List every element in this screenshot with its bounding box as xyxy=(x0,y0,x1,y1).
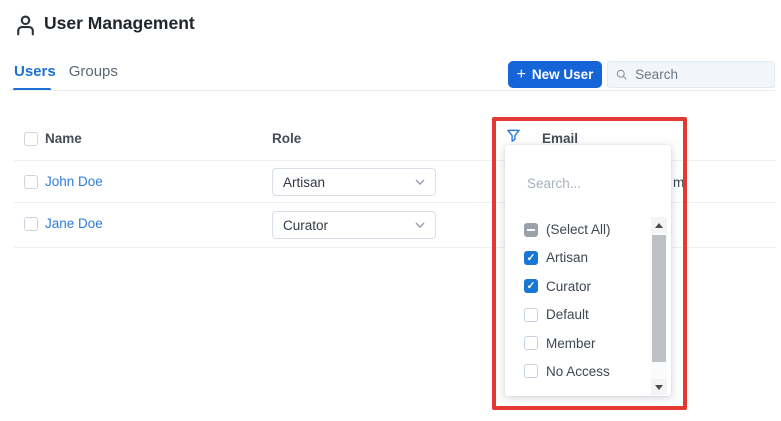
scroll-up-button[interactable] xyxy=(651,217,667,233)
arrow-down-icon xyxy=(655,384,663,390)
tab-users[interactable]: Users xyxy=(14,63,56,80)
user-search-box xyxy=(607,61,775,88)
role-select-john-doe[interactable]: Artisan xyxy=(272,168,436,196)
filter-option-no-access[interactable]: No Access xyxy=(505,358,651,385)
page-title: User Management xyxy=(44,13,195,33)
new-user-button-label: New User xyxy=(531,67,594,82)
filter-option-default[interactable]: Default xyxy=(505,301,651,328)
chevron-down-icon xyxy=(415,179,425,185)
checkbox-checked-icon[interactable] xyxy=(524,279,538,294)
filter-search-input[interactable] xyxy=(525,169,647,197)
row-checkbox-jane-doe[interactable] xyxy=(24,217,38,231)
user-search-input[interactable] xyxy=(633,66,766,83)
filter-option-artisan[interactable]: Artisan xyxy=(505,244,651,271)
checkbox-unchecked-icon[interactable] xyxy=(524,364,538,379)
filter-option-member[interactable]: Member xyxy=(505,330,651,357)
role-select-value: Artisan xyxy=(283,174,326,190)
select-all-rows-checkbox[interactable] xyxy=(24,132,38,146)
column-header-role: Role xyxy=(272,131,302,146)
email-filter-dropdown: (Select All) Artisan Curator Default Mem… xyxy=(505,145,671,396)
plus-icon: + xyxy=(516,65,526,83)
scroll-down-button[interactable] xyxy=(651,379,667,395)
filter-option-label: Curator xyxy=(546,278,592,294)
filter-option-label: Member xyxy=(546,335,596,351)
filter-option-select-all[interactable]: (Select All) xyxy=(505,216,651,243)
column-header-name: Name xyxy=(45,131,82,146)
filter-option-list: (Select All) Artisan Curator Default Mem… xyxy=(505,216,651,385)
filter-icon[interactable] xyxy=(506,128,521,144)
tab-groups[interactable]: Groups xyxy=(69,63,118,80)
filter-option-label: (Select All) xyxy=(546,222,611,237)
new-user-button[interactable]: + New User xyxy=(508,61,602,88)
checkbox-unchecked-icon[interactable] xyxy=(524,307,538,322)
arrow-up-icon xyxy=(655,222,663,228)
checkbox-unchecked-icon[interactable] xyxy=(524,336,538,351)
user-management-page: User Management Users Groups + New User … xyxy=(0,0,781,421)
column-header-email: Email xyxy=(542,131,579,146)
user-name-link[interactable]: Jane Doe xyxy=(45,217,103,231)
chevron-down-icon xyxy=(415,222,425,228)
checkbox-indeterminate-icon[interactable] xyxy=(524,222,538,237)
filter-option-curator[interactable]: Curator xyxy=(505,273,651,300)
user-name-link[interactable]: John Doe xyxy=(45,175,103,189)
filter-list-scrollbar xyxy=(651,217,667,395)
row-checkbox-john-doe[interactable] xyxy=(24,175,38,189)
role-select-jane-doe[interactable]: Curator xyxy=(272,211,436,239)
person-icon xyxy=(17,15,34,36)
email-cell-clipped: m xyxy=(673,175,685,190)
scrollbar-thumb[interactable] xyxy=(652,235,666,362)
checkbox-checked-icon[interactable] xyxy=(524,250,538,265)
tabs-divider xyxy=(10,90,775,91)
search-icon xyxy=(616,69,627,80)
filter-option-label: Default xyxy=(546,307,589,323)
tab-bar: Users Groups xyxy=(14,63,118,80)
role-select-value: Curator xyxy=(283,217,329,233)
filter-option-label: Artisan xyxy=(546,250,589,266)
filter-option-label: No Access xyxy=(546,363,610,379)
